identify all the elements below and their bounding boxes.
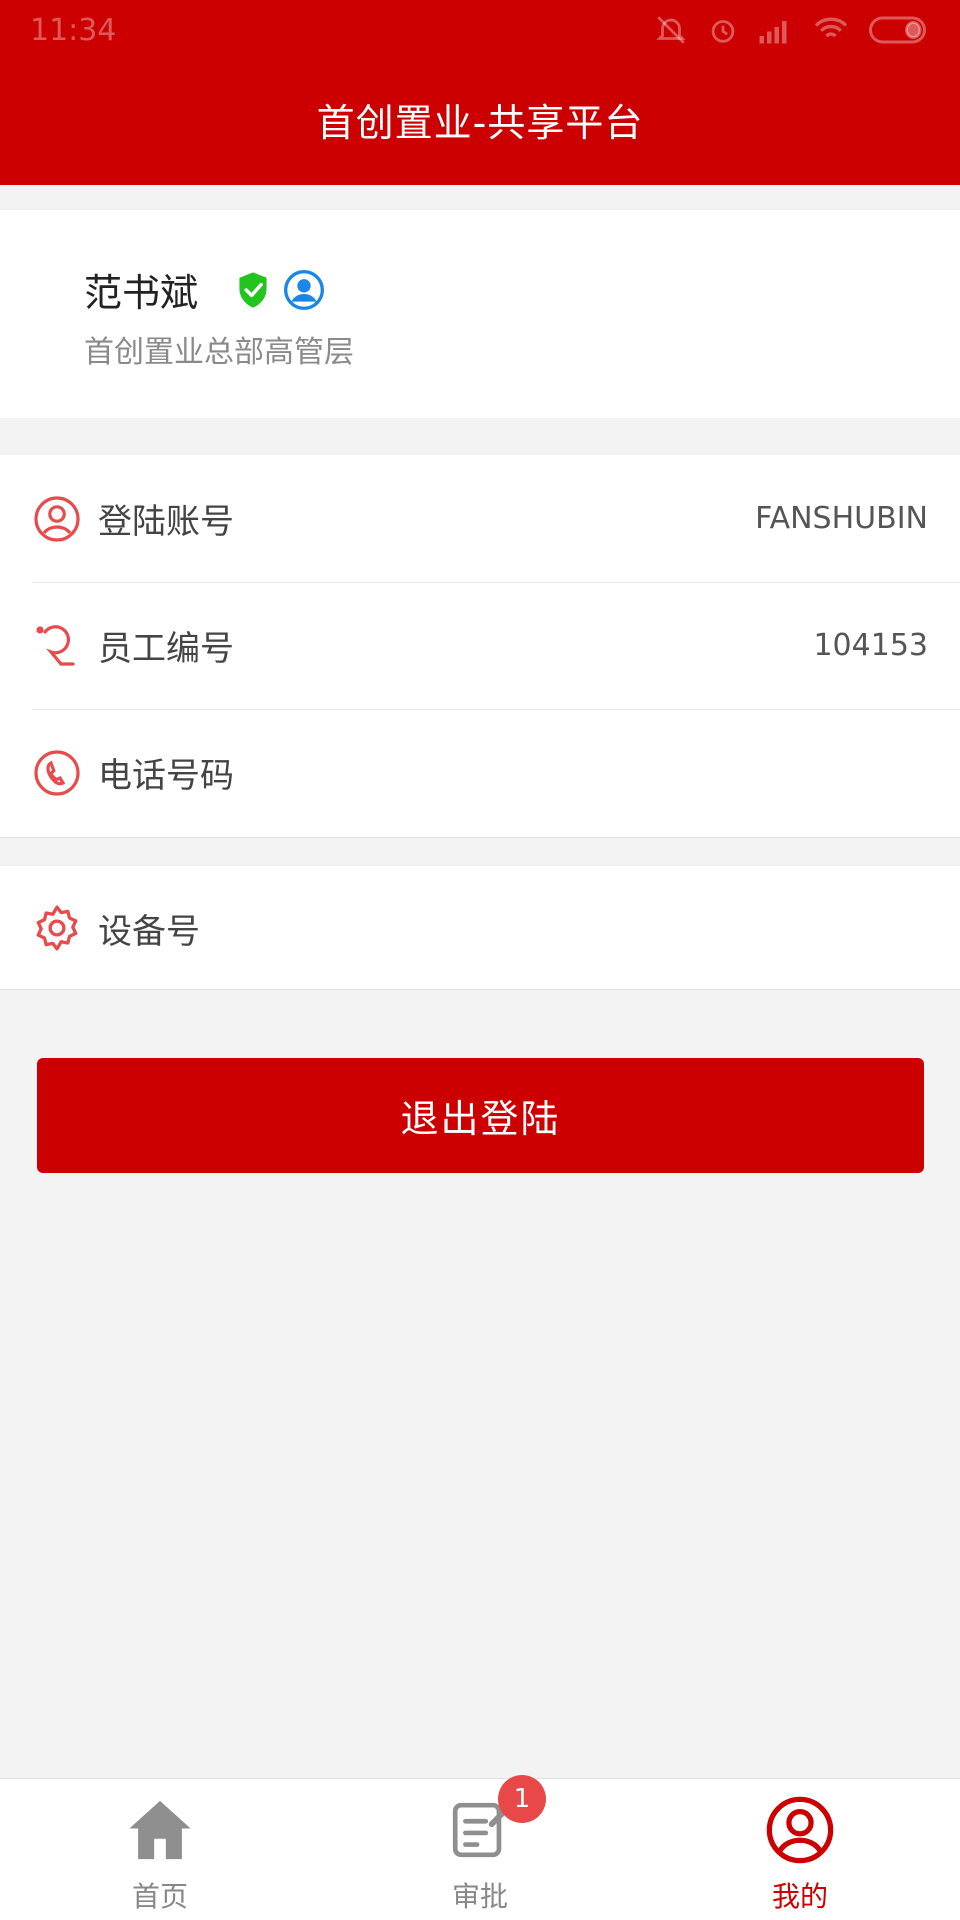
profile-name: 范书斌 — [84, 271, 199, 315]
wifi-icon — [814, 17, 848, 38]
user-circle-icon — [32, 494, 82, 544]
device-list: 设备号 — [0, 866, 960, 990]
tab-home-label: 首页 — [131, 1880, 188, 1913]
employee-id-value: 104153 — [813, 628, 928, 663]
device-label: 设备号 — [98, 911, 200, 952]
logout-button[interactable]: 退出登陆 — [37, 1058, 924, 1173]
list-item-device[interactable]: 设备号 — [0, 866, 960, 990]
status-icons — [654, 13, 930, 47]
page-title: 首创置业-共享平台 — [316, 101, 644, 145]
app-root: 11:34 首创置业-共享平台 范书斌 首创置业总部高管层 登陆账号 FANSH… — [0, 0, 960, 1920]
app-header: 11:34 首创置业-共享平台 — [0, 0, 960, 185]
status-bar: 11:34 — [0, 0, 960, 60]
list-item-phone[interactable]: 电话号码 — [0, 709, 960, 836]
account-info-list: 登陆账号 FANSHUBIN 员工编号 104153 电话号码 — [0, 455, 960, 838]
employee-id-label: 员工编号 — [98, 629, 234, 669]
profile-name-row: 范书斌 — [84, 262, 325, 317]
profile-card: 范书斌 — [0, 210, 960, 418]
login-account-value: FANSHUBIN — [755, 501, 928, 536]
list-divider — [0, 837, 960, 838]
approval-badge: 1 — [498, 1775, 546, 1823]
list-item-login-account[interactable]: 登陆账号 FANSHUBIN — [0, 455, 960, 582]
status-time: 11:34 — [30, 12, 117, 48]
signal-icon — [759, 21, 787, 44]
battery-icon — [869, 16, 926, 44]
phone-label: 电话号码 — [98, 756, 234, 796]
bottom-tab-bar: 首页 1 审批 我的 — [0, 1775, 960, 1920]
profile-icon — [766, 1796, 834, 1864]
mute-bell-icon — [656, 16, 686, 44]
tab-mine[interactable]: 我的 — [640, 1779, 960, 1920]
gear-icon — [32, 903, 82, 953]
profile-department: 首创置业总部高管层 — [84, 335, 354, 370]
user-badge-icon — [284, 269, 325, 310]
home-icon — [129, 1800, 191, 1860]
tab-approval[interactable]: 1 审批 — [320, 1775, 640, 1920]
login-account-label: 登陆账号 — [98, 502, 234, 542]
employee-id-icon — [32, 621, 82, 671]
list-divider — [0, 989, 960, 990]
phone-icon — [32, 748, 82, 798]
tab-home[interactable]: 首页 — [0, 1779, 320, 1920]
list-item-employee-id[interactable]: 员工编号 104153 — [0, 582, 960, 709]
verified-shield-icon — [239, 271, 267, 308]
tab-approval-label: 审批 — [451, 1880, 508, 1913]
alarm-icon — [711, 20, 735, 43]
tab-mine-label: 我的 — [771, 1880, 828, 1913]
